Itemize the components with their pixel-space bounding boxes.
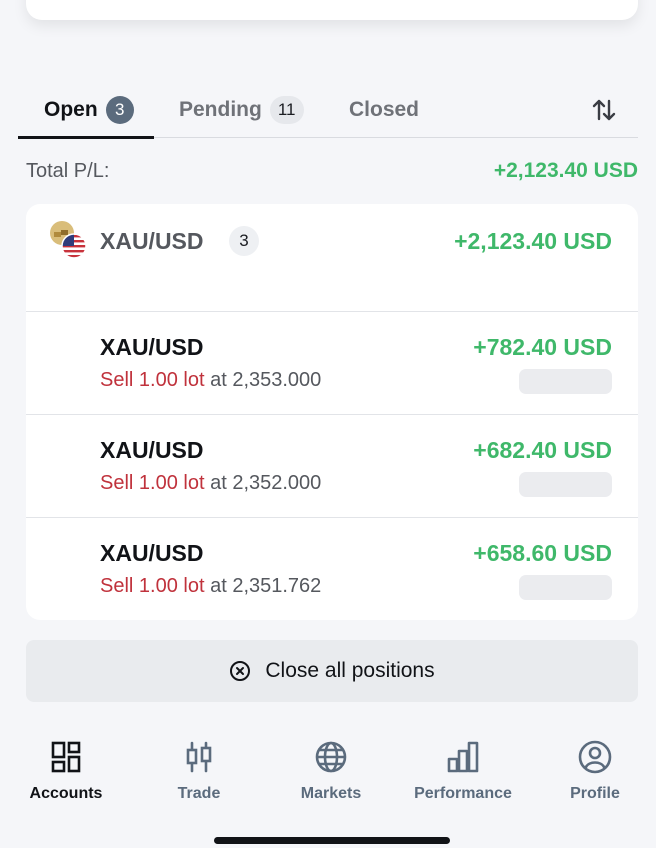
position-loading-placeholder: [519, 369, 612, 394]
tab-open-label: Open: [44, 98, 98, 121]
position-symbol: XAU/USD: [100, 437, 204, 463]
position-row[interactable]: XAU/USD Sell 1.00 lot at 2,352.000 +682.…: [26, 415, 638, 518]
position-group-row[interactable]: XAU/USD 3 +2,123.40 USD: [26, 204, 638, 312]
globe-icon: [315, 741, 347, 773]
xau-usd-flag-icon: [48, 220, 88, 260]
position-pl: +658.60 USD: [473, 540, 612, 566]
position-loading-placeholder: [519, 575, 612, 600]
position-side: Sell 1.00 lot: [100, 575, 205, 597]
position-detail: Sell 1.00 lot at 2,353.000: [100, 369, 321, 392]
total-pl-value: +2,123.40 USD: [493, 159, 638, 182]
sort-icon[interactable]: [590, 96, 618, 124]
tab-pending[interactable]: Pending 11: [179, 82, 304, 138]
bar-chart-icon: [447, 741, 479, 773]
position-row[interactable]: XAU/USD Sell 1.00 lot at 2,353.000 +782.…: [26, 312, 638, 415]
position-side: Sell 1.00 lot: [100, 472, 205, 494]
close-all-positions-button[interactable]: Close all positions: [26, 640, 638, 702]
position-open-price: at 2,352.000: [210, 472, 322, 494]
position-symbol: XAU/USD: [100, 540, 204, 566]
position-detail: Sell 1.00 lot at 2,352.000: [100, 472, 321, 495]
trade-icon: [186, 741, 212, 773]
total-pl-row: Total P/L: +2,123.40 USD: [26, 156, 638, 186]
tab-closed-label: Closed: [349, 98, 420, 121]
top-card: [26, 0, 638, 20]
position-open-price: at 2,351.762: [210, 575, 322, 597]
tab-pending-count: 11: [269, 96, 304, 124]
nav-accounts[interactable]: Accounts: [1, 728, 131, 808]
accounts-icon: [51, 741, 81, 773]
tab-closed[interactable]: Closed: [349, 82, 419, 138]
nav-profile[interactable]: Profile: [530, 728, 656, 808]
position-row[interactable]: XAU/USD Sell 1.00 lot at 2,351.762 +658.…: [26, 518, 638, 620]
tab-open[interactable]: Open 3: [18, 82, 154, 139]
group-pl: +2,123.40 USD: [454, 228, 612, 254]
close-circle-icon: [230, 661, 251, 681]
position-open-price: at 2,353.000: [210, 369, 322, 391]
tab-pending-label: Pending: [179, 98, 262, 121]
nav-trade-label: Trade: [177, 785, 221, 802]
home-indicator: [214, 837, 450, 844]
nav-performance-label: Performance: [414, 785, 512, 802]
position-side: Sell 1.00 lot: [100, 369, 205, 391]
nav-markets[interactable]: Markets: [266, 728, 396, 808]
total-pl-label: Total P/L:: [26, 159, 110, 182]
nav-performance[interactable]: Performance: [398, 728, 528, 808]
group-symbol: XAU/USD: [100, 228, 204, 254]
close-all-positions-label: Close all positions: [265, 659, 435, 682]
position-symbol: XAU/USD: [100, 334, 204, 360]
bottom-nav: Accounts Trade Markets Performance Profi…: [0, 728, 656, 808]
position-pl: +682.40 USD: [473, 437, 612, 463]
nav-profile-label: Profile: [570, 785, 620, 802]
nav-accounts-label: Accounts: [29, 785, 103, 802]
profile-icon: [578, 740, 612, 774]
position-pl: +782.40 USD: [473, 334, 612, 360]
tab-open-count: 3: [105, 96, 134, 124]
position-loading-placeholder: [519, 472, 612, 497]
nav-markets-label: Markets: [300, 785, 362, 802]
nav-trade[interactable]: Trade: [134, 728, 264, 808]
positions-card: XAU/USD 3 +2,123.40 USD XAU/USD Sell 1.0…: [26, 204, 638, 620]
position-detail: Sell 1.00 lot at 2,351.762: [100, 575, 321, 598]
group-count-badge: 3: [229, 226, 259, 256]
position-tabs: Open 3 Pending 11 Closed: [18, 82, 638, 139]
